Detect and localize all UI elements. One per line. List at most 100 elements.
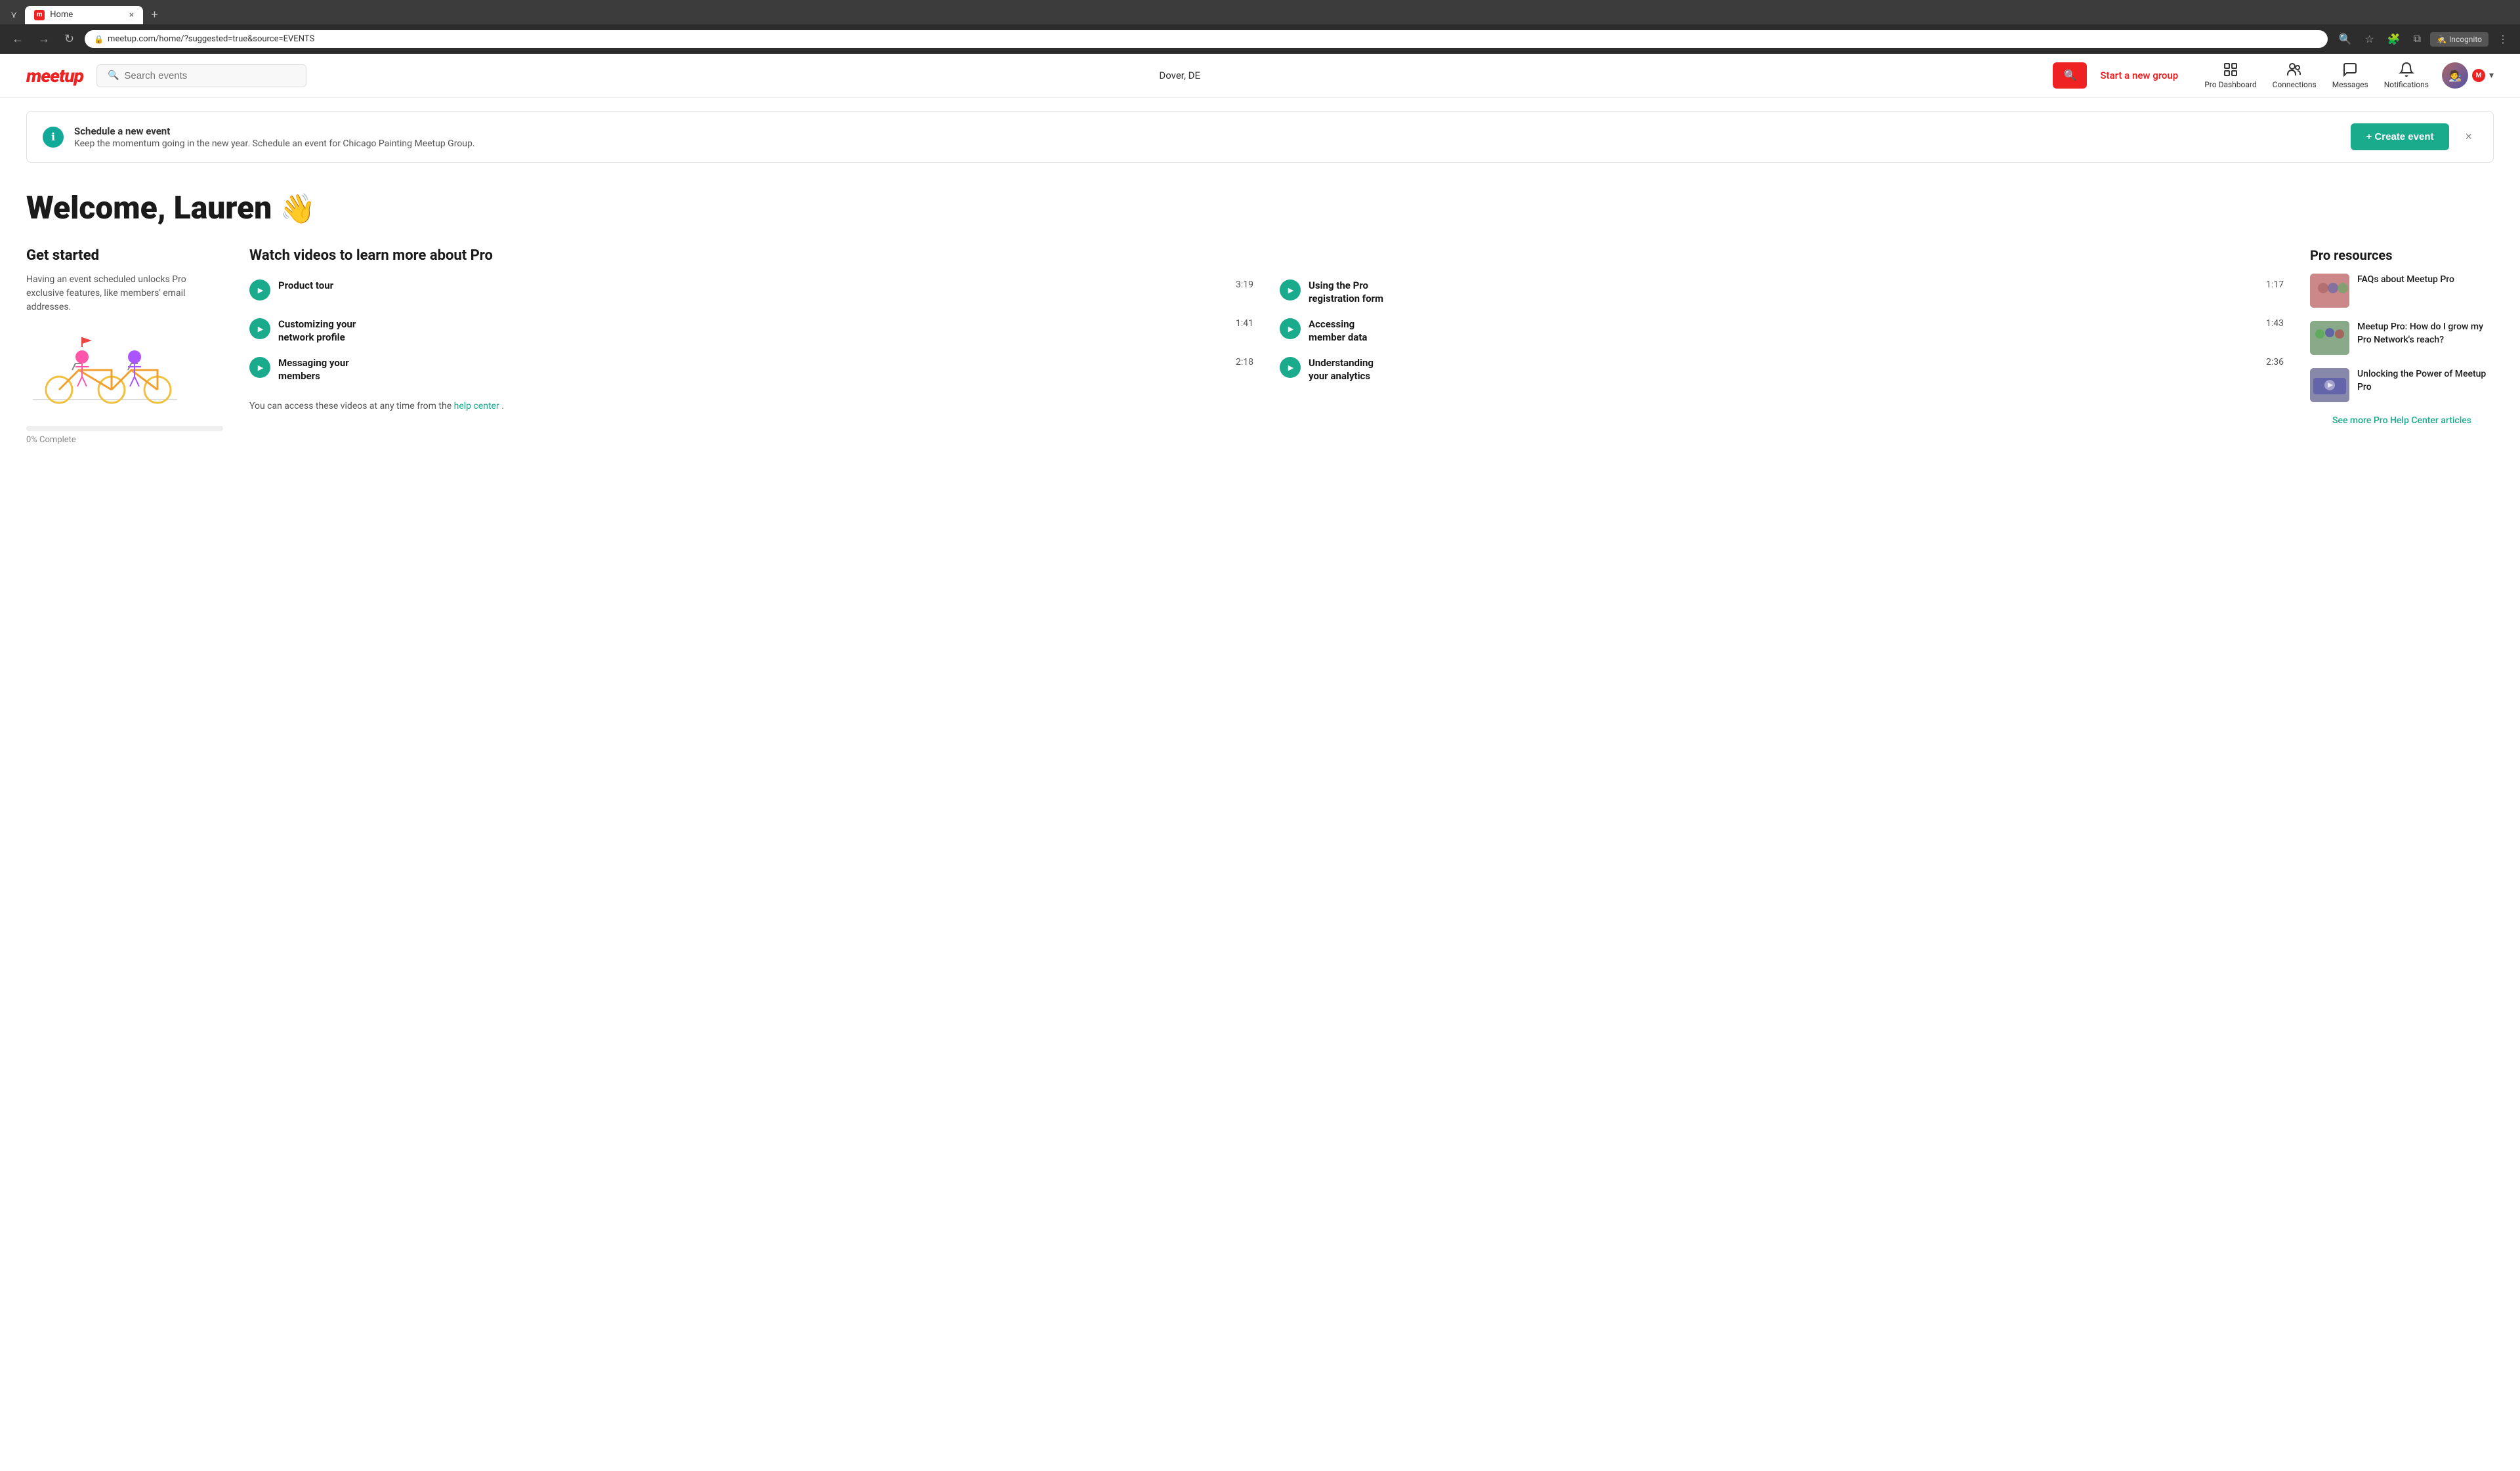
forward-button[interactable]: → xyxy=(34,30,54,49)
resource-thumbnail-0 xyxy=(2310,274,2349,308)
location-display: Dover, DE xyxy=(320,70,2040,81)
create-event-button[interactable]: + Create event xyxy=(2351,123,2450,150)
search-bar[interactable]: 🔍 xyxy=(96,64,306,87)
play-button-5[interactable] xyxy=(1280,357,1301,378)
video-item-0: Product tour 3:19 xyxy=(249,280,1253,305)
video-title-0: Product tour xyxy=(278,280,333,293)
site-header: meetup 🔍 Dover, DE 🔍 Start a new group P… xyxy=(0,54,2520,98)
resource-thumbnail-1 xyxy=(2310,321,2349,355)
notifications-label: Notifications xyxy=(2384,80,2429,89)
banner-text-area: Schedule a new event Keep the momentum g… xyxy=(74,125,2340,149)
active-tab[interactable]: m Home × xyxy=(25,6,143,24)
user-avatar-area[interactable]: 🧑‍🎨 M ▾ xyxy=(2442,62,2494,89)
resource-item-1[interactable]: Meetup Pro: How do I grow my Pro Network… xyxy=(2310,321,2494,355)
browser-search-button[interactable]: 🔍 xyxy=(2334,30,2355,49)
banner-info-icon: ℹ xyxy=(43,127,64,148)
nav-messages[interactable]: Messages xyxy=(2332,62,2368,89)
video-duration-2: 1:41 xyxy=(1236,318,1253,329)
refresh-button[interactable]: ↻ xyxy=(60,30,78,49)
split-view-button[interactable]: ⧉ xyxy=(2410,31,2425,48)
meetup-page: meetup 🔍 Dover, DE 🔍 Start a new group P… xyxy=(0,54,2520,1471)
video-title-2: Customizing yournetwork profile xyxy=(278,318,356,344)
lock-icon: 🔒 xyxy=(94,35,104,44)
video-item-5: Understandingyour analytics 2:36 xyxy=(1280,357,2284,383)
get-started-heading: Get started xyxy=(26,247,223,264)
tab-list-button[interactable]: ⋎ xyxy=(5,7,22,23)
play-button-0[interactable] xyxy=(249,280,270,300)
bike-illustration xyxy=(26,327,184,415)
video-item-4: Messaging yourmembers 2:18 xyxy=(249,357,1253,383)
avatar-badge: M xyxy=(2472,69,2485,82)
connections-icon xyxy=(2286,62,2302,77)
tab-close-button[interactable]: × xyxy=(129,10,134,20)
progress-label: 0% Complete xyxy=(26,435,223,445)
videos-section: Watch videos to learn more about Pro Pro… xyxy=(249,247,2284,445)
resource-item-0[interactable]: FAQs about Meetup Pro xyxy=(2310,274,2494,308)
tab-favicon: m xyxy=(34,10,45,20)
get-started-description: Having an event scheduled unlocks Pro ex… xyxy=(26,273,223,314)
connections-label: Connections xyxy=(2273,80,2317,89)
play-button-2[interactable] xyxy=(249,318,270,339)
address-url: meetup.com/home/?suggested=true&source=E… xyxy=(108,34,314,44)
get-started-section: Get started Having an event scheduled un… xyxy=(26,247,223,445)
play-button-3[interactable] xyxy=(1280,318,1301,339)
messages-icon xyxy=(2342,62,2358,77)
address-bar[interactable]: 🔒 meetup.com/home/?suggested=true&source… xyxy=(85,30,2328,48)
video-duration-4: 2:18 xyxy=(1236,357,1253,367)
tab-title: Home xyxy=(50,10,124,20)
browser-toolbar: ← → ↻ 🔒 meetup.com/home/?suggested=true&… xyxy=(0,24,2520,54)
main-content: Welcome, Lauren 👋 Get started Having an … xyxy=(0,176,2520,458)
video-duration-5: 2:36 xyxy=(2266,357,2284,367)
pro-dashboard-icon xyxy=(2223,62,2238,77)
resource-text-0: FAQs about Meetup Pro xyxy=(2357,274,2454,308)
avatar-chevron-icon: ▾ xyxy=(2489,70,2494,81)
pro-resources-section: Pro resources FAQs about Meetup Pro xyxy=(2310,247,2494,445)
browser-menu-button[interactable]: ⋮ xyxy=(2494,30,2512,49)
see-more-articles-link[interactable]: See more Pro Help Center articles xyxy=(2310,415,2494,426)
new-tab-button[interactable]: + xyxy=(146,5,163,24)
pro-dashboard-label: Pro Dashboard xyxy=(2204,80,2256,89)
banner-close-button[interactable]: × xyxy=(2460,127,2477,146)
video-access-note: You can access these videos at any time … xyxy=(249,401,2284,411)
play-button-4[interactable] xyxy=(249,357,270,378)
search-submit-button[interactable]: 🔍 xyxy=(2053,62,2087,89)
play-button-1[interactable] xyxy=(1280,280,1301,300)
wave-emoji: 👋 xyxy=(280,192,316,226)
pro-resources-heading: Pro resources xyxy=(2310,247,2494,263)
welcome-heading: Welcome, Lauren 👋 xyxy=(26,189,2494,226)
content-grid: Get started Having an event scheduled un… xyxy=(26,247,2494,445)
video-title-1: Using the Proregistration form xyxy=(1309,280,1383,305)
resource-item-2[interactable]: Unlocking the Power of Meetup Pro xyxy=(2310,368,2494,402)
video-title-4: Messaging yourmembers xyxy=(278,357,349,383)
search-input[interactable] xyxy=(124,70,295,81)
start-new-group-link[interactable]: Start a new group xyxy=(2100,70,2178,81)
progress-bar-container xyxy=(26,426,223,431)
video-duration-0: 3:19 xyxy=(1236,280,1253,290)
video-item-1: Using the Proregistration form 1:17 xyxy=(1280,280,2284,305)
meetup-logo[interactable]: meetup xyxy=(26,65,83,87)
banner-title: Schedule a new event xyxy=(74,125,2340,137)
bookmark-button[interactable]: ☆ xyxy=(2361,30,2378,49)
help-center-link[interactable]: help center xyxy=(454,401,499,411)
nav-notifications[interactable]: Notifications xyxy=(2384,62,2429,89)
resource-text-2: Unlocking the Power of Meetup Pro xyxy=(2357,368,2494,402)
nav-pro-dashboard[interactable]: Pro Dashboard xyxy=(2204,62,2256,89)
notifications-icon xyxy=(2399,62,2414,77)
incognito-label: Incognito xyxy=(2449,35,2482,44)
nav-connections[interactable]: Connections xyxy=(2273,62,2317,89)
video-title-3: Accessingmember data xyxy=(1309,318,1367,344)
messages-label: Messages xyxy=(2332,80,2368,89)
video-item-3: Accessingmember data 1:43 xyxy=(1280,318,2284,344)
video-title-5: Understandingyour analytics xyxy=(1309,357,1374,383)
back-button[interactable]: ← xyxy=(8,30,28,49)
toolbar-icons: 🔍 ☆ 🧩 ⧉ 🕵 Incognito ⋮ xyxy=(2334,30,2512,49)
extensions-button[interactable]: 🧩 xyxy=(2384,30,2404,49)
search-icon: 🔍 xyxy=(108,70,119,81)
video-item-2: Customizing yournetwork profile 1:41 xyxy=(249,318,1253,344)
incognito-icon: 🕵 xyxy=(2437,35,2446,44)
banner-description: Keep the momentum going in the new year.… xyxy=(74,138,2340,149)
schedule-event-banner: ℹ Schedule a new event Keep the momentum… xyxy=(26,111,2494,163)
resource-text-1: Meetup Pro: How do I grow my Pro Network… xyxy=(2357,321,2494,355)
incognito-badge: 🕵 Incognito xyxy=(2430,32,2488,47)
user-avatar: 🧑‍🎨 xyxy=(2442,62,2468,89)
